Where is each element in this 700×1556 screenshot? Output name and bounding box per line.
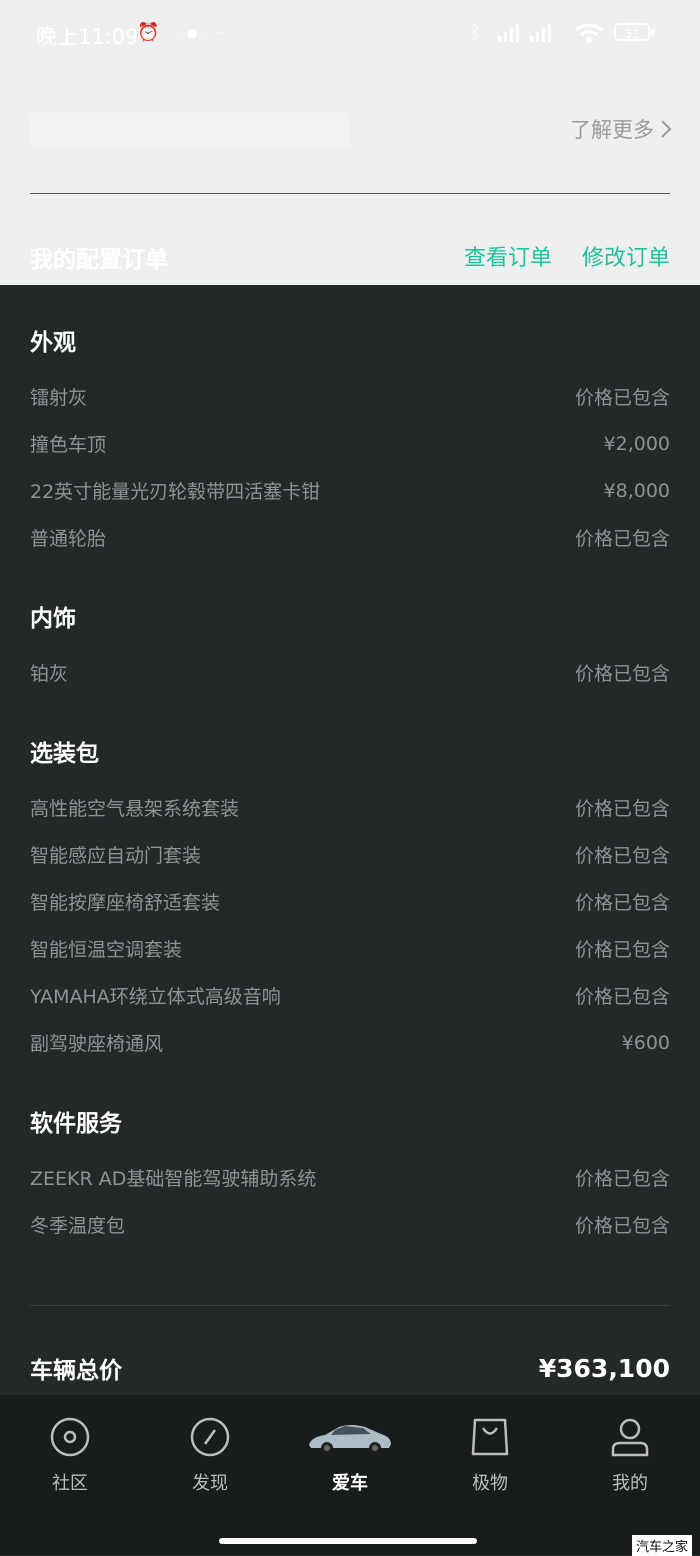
item-price: 价格已包含 <box>574 1168 670 1190</box>
item-name: 普通轮胎 <box>30 528 107 550</box>
view-order-button[interactable]: 查看订单 <box>464 240 552 272</box>
watermark: 汽车之家 <box>631 1535 692 1556</box>
tab-label: 发现 <box>192 1473 228 1494</box>
group-interior: 内饰 铂灰 价格已包含 <box>30 597 670 696</box>
list-item: 铂灰 价格已包含 <box>30 649 670 696</box>
item-name: YAMAHA环绕立体式高级音响 <box>30 986 281 1008</box>
list-item: 普通轮胎 价格已包含 <box>30 514 670 561</box>
divider-line <box>30 193 670 194</box>
my-config-order-title: 我的配置订单 <box>30 247 168 273</box>
item-price: 价格已包含 <box>574 528 670 550</box>
item-price: 价格已包含 <box>574 387 670 409</box>
item-name: 镭射灰 <box>30 387 88 409</box>
item-name: 22英寸能量光刃轮毂带四活塞卡钳 <box>30 481 321 503</box>
discover-icon <box>190 1417 230 1457</box>
list-item: ZEEKR AD基础智能驾驶辅助系统 价格已包含 <box>30 1154 670 1201</box>
list-item: 冬季温度包 价格已包含 <box>30 1201 670 1248</box>
item-price: 价格已包含 <box>574 1215 670 1237</box>
group-title: 内饰 <box>30 606 76 632</box>
learn-more-label: 了解更多 <box>570 118 654 142</box>
item-price: 价格已包含 <box>574 986 670 1008</box>
list-item: 智能感应自动门套装 价格已包含 <box>30 831 670 878</box>
status-bar: 晚上11:09 ⏰ ◦ ● ◦ ··· ᛒ 31 <box>0 0 700 68</box>
group-exterior: 外观 镭射灰 价格已包含 撞色车顶 ¥2,000 22英寸能量光刃轮毂带四活塞卡钳 ¥… <box>30 321 670 561</box>
list-item: 22英寸能量光刃轮毂带四活塞卡钳 ¥8,000 <box>30 467 670 514</box>
total-label: 车辆总价 <box>30 1358 122 1384</box>
tab-community[interactable]: 社区 <box>30 1417 110 1495</box>
item-name: 副驾驶座椅通风 <box>30 1033 164 1055</box>
vehicle-total: 车辆总价 ¥363,100 <box>30 1345 670 1391</box>
signal-icon <box>498 24 551 42</box>
chevron-right-icon <box>661 120 672 138</box>
tab-label: 我的 <box>612 1473 648 1494</box>
item-name: 高性能空气悬架系统套装 <box>30 798 240 820</box>
tab-profile[interactable]: 我的 <box>590 1417 670 1495</box>
status-time: 晚上11:09 <box>36 25 139 49</box>
wifi-icon <box>575 23 603 43</box>
list-item: 镭射灰 价格已包含 <box>30 373 670 420</box>
learn-more-link[interactable]: 了解更多 <box>570 114 672 144</box>
item-price: 价格已包含 <box>574 845 670 867</box>
tab-label: 社区 <box>52 1473 88 1494</box>
shop-bag-icon <box>470 1417 510 1457</box>
tab-label: 爱车 <box>332 1473 368 1494</box>
group-software: 软件服务 ZEEKR AD基础智能驾驶辅助系统 价格已包含 冬季温度包 价格已包含 <box>30 1102 670 1248</box>
list-item: 智能恒温空调套装 价格已包含 <box>30 925 670 972</box>
item-price: 价格已包含 <box>574 798 670 820</box>
item-name: ZEEKR AD基础智能驾驶辅助系统 <box>30 1168 317 1190</box>
car-icon <box>305 1417 395 1457</box>
item-price: 价格已包含 <box>574 663 670 685</box>
banner-title-placeholder <box>30 112 350 148</box>
item-price: ¥2,000 <box>603 432 670 455</box>
list-item: 副驾驶座椅通风 ¥600 <box>30 1019 670 1066</box>
list-item: YAMAHA环绕立体式高级音响 价格已包含 <box>30 972 670 1019</box>
profile-icon <box>610 1417 650 1457</box>
modify-order-button[interactable]: 修改订单 <box>582 240 670 272</box>
item-price: ¥8,000 <box>603 479 670 502</box>
bottom-tab-bar: 社区 发现 爱车 极物 我的 <box>0 1395 700 1555</box>
battery-indicator: 31 <box>614 23 654 41</box>
order-section-header: 我的配置订单 查看订单 修改订单 <box>30 240 670 278</box>
group-options: 选装包 高性能空气悬架系统套装 价格已包含 智能感应自动门套装 价格已包含 智能按摩… <box>30 732 670 1066</box>
item-price: ¥600 <box>621 1031 670 1054</box>
item-name: 铂灰 <box>30 663 69 685</box>
list-item: 撞色车顶 ¥2,000 <box>30 420 670 467</box>
item-price: 价格已包含 <box>574 892 670 914</box>
group-title: 选装包 <box>30 741 99 767</box>
group-title: 外观 <box>30 330 76 356</box>
alarm-icon: ⏰ <box>137 22 160 43</box>
home-indicator[interactable] <box>219 1538 477 1544</box>
bluetooth-icon: ᛒ <box>470 22 481 43</box>
tab-discover[interactable]: 发现 <box>170 1417 250 1495</box>
tab-my-car[interactable]: 爱车 <box>300 1417 400 1495</box>
group-title: 软件服务 <box>30 1111 122 1137</box>
item-price: 价格已包含 <box>574 939 670 961</box>
community-icon <box>50 1417 90 1457</box>
list-item: 智能按摩座椅舒适套装 价格已包含 <box>30 878 670 925</box>
config-list: 外观 镭射灰 价格已包含 撞色车顶 ¥2,000 22英寸能量光刃轮毂带四活塞卡钳 ¥… <box>30 285 670 1248</box>
item-name: 冬季温度包 <box>30 1215 126 1237</box>
item-name: 智能恒温空调套装 <box>30 939 183 961</box>
item-name: 智能按摩座椅舒适套装 <box>30 892 221 914</box>
total-divider <box>30 1305 670 1306</box>
tab-shop[interactable]: 极物 <box>450 1417 530 1495</box>
item-name: 智能感应自动门套装 <box>30 845 202 867</box>
tab-label: 极物 <box>472 1473 508 1494</box>
item-name: 撞色车顶 <box>30 434 107 456</box>
list-item: 高性能空气悬架系统套装 价格已包含 <box>30 784 670 831</box>
total-price: ¥363,100 <box>538 1353 670 1383</box>
notification-dots-icon: ◦ ● ◦ ··· <box>176 26 224 40</box>
